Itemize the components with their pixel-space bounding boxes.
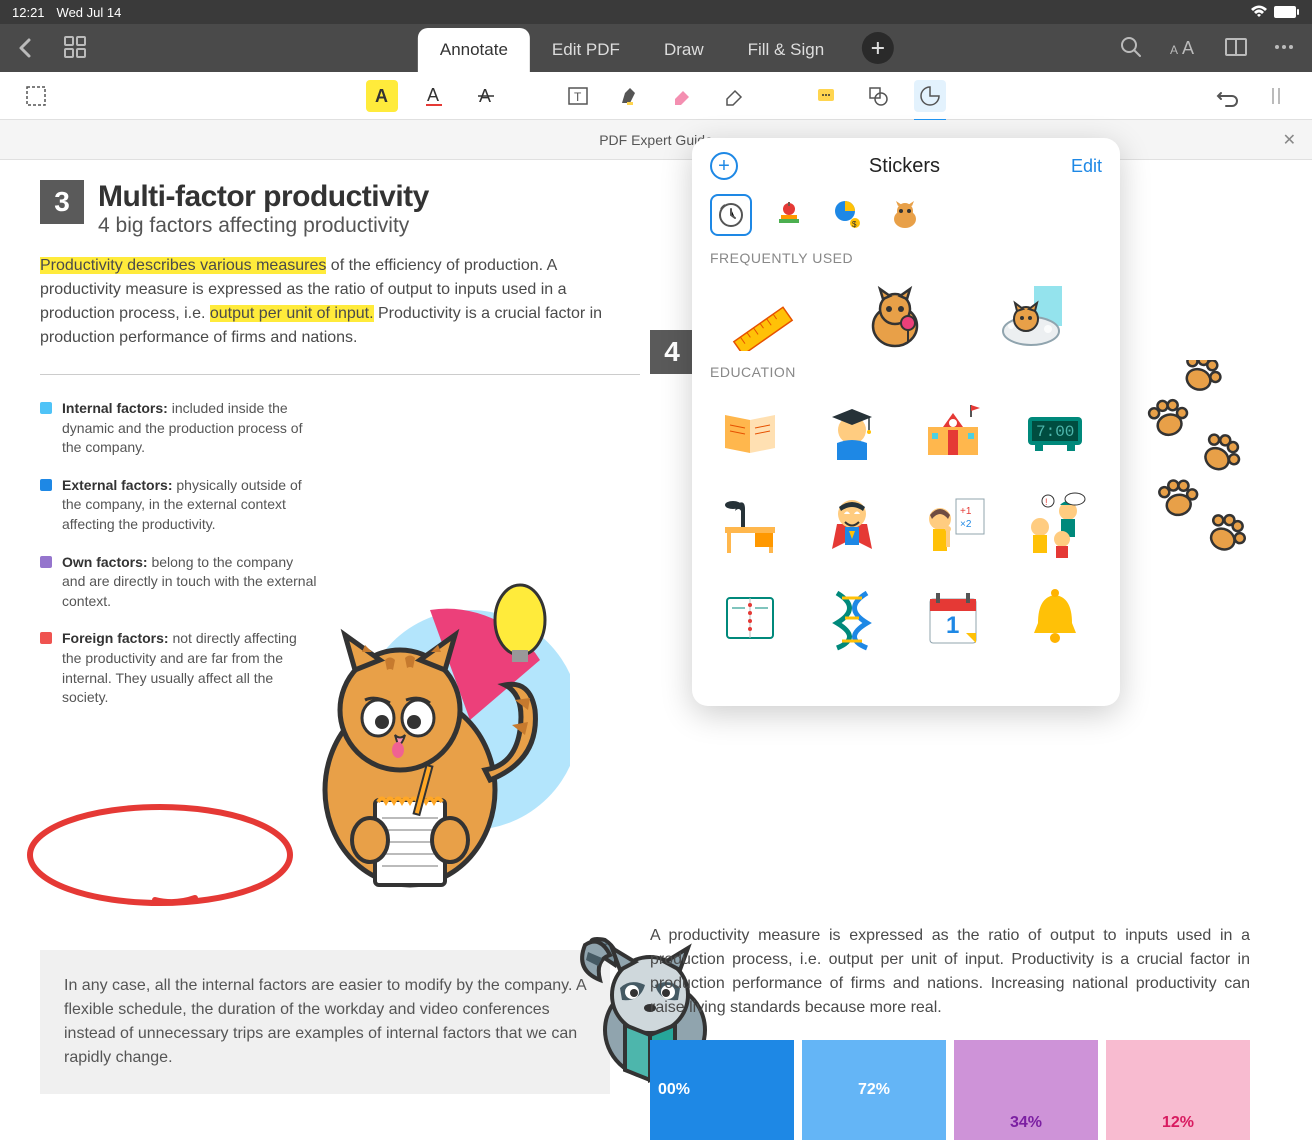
svg-text:!: !	[1045, 497, 1048, 507]
chart-bar: 34%	[954, 1040, 1098, 1140]
section-title: Multi-factor productivity	[98, 180, 429, 214]
chart-bar: 72%	[802, 1040, 946, 1140]
tab-annotate[interactable]: Annotate	[418, 28, 530, 72]
svg-text:A: A	[1182, 38, 1194, 58]
sticker-calendar[interactable]: 1	[913, 578, 993, 658]
pen-tool[interactable]	[614, 80, 646, 112]
tab-edit-pdf[interactable]: Edit PDF	[530, 28, 642, 72]
highlight-tool[interactable]: A	[366, 80, 398, 112]
svg-text:1: 1	[946, 612, 959, 639]
search-button[interactable]	[1120, 36, 1144, 60]
chart-bar: 00%	[650, 1040, 794, 1140]
frequently-used-grid	[720, 276, 1102, 356]
status-bar: 12:21 Wed Jul 14	[0, 0, 1312, 24]
factors-list: Internal factors: included inside the dy…	[40, 399, 320, 708]
sticker-cat-bath[interactable]	[991, 276, 1071, 356]
top-nav-bar: Annotate Edit PDF Draw Fill & Sign AA	[0, 24, 1312, 72]
more-button[interactable]	[1272, 36, 1296, 60]
annotate-toolbar: A A A T	[0, 72, 1312, 120]
right-body-text: A productivity measure is expressed as t…	[650, 924, 1250, 1020]
list-item: Internal factors: included inside the dy…	[40, 399, 320, 458]
red-circle-annotation	[20, 800, 300, 910]
note-box: In any case, all the internal factors ar…	[40, 950, 610, 1094]
body-paragraph: Productivity describes various measures …	[40, 254, 640, 350]
strikethrough-tool[interactable]: A	[470, 80, 502, 112]
bullet-icon	[40, 632, 52, 644]
cat-sticker-image	[290, 570, 570, 910]
battery-icon	[1274, 6, 1300, 18]
selection-tool[interactable]	[20, 80, 52, 112]
bullet-icon	[40, 402, 52, 414]
tab-fill-sign[interactable]: Fill & Sign	[726, 28, 847, 72]
note-tool[interactable]	[810, 80, 842, 112]
close-button[interactable]: ✕	[1283, 130, 1296, 150]
sticker-cat-lollipop[interactable]	[855, 276, 935, 356]
sticker-notebook[interactable]	[710, 578, 790, 658]
svg-text:T: T	[574, 90, 582, 104]
back-button[interactable]	[16, 36, 40, 60]
bullet-icon	[40, 556, 52, 568]
eraser-pink-tool[interactable]	[666, 80, 698, 112]
highlighted-text-2: output per unit of input.	[210, 305, 374, 322]
sticker-superhero-boy[interactable]	[812, 484, 892, 564]
sticker-open-book[interactable]	[710, 390, 790, 470]
bookmarks-button[interactable]	[1224, 36, 1248, 60]
sticker-ruler[interactable]	[720, 276, 800, 356]
sticker-desk[interactable]	[710, 484, 790, 564]
sticker-students[interactable]: !	[1015, 484, 1095, 564]
bar-chart: 00% 72% 34% 12%	[650, 1040, 1250, 1140]
svg-text:7:00: 7:00	[1036, 423, 1074, 441]
underline-tool[interactable]: A	[418, 80, 450, 112]
wifi-icon	[1250, 5, 1268, 19]
shape-tool[interactable]	[862, 80, 894, 112]
sticker-tab-recent[interactable]	[710, 194, 752, 236]
status-time: 12:21	[12, 5, 45, 20]
section-subtitle: 4 big factors affecting productivity	[98, 214, 429, 238]
text-tool[interactable]: T	[562, 80, 594, 112]
list-item: Own factors: belong to the company and a…	[40, 553, 320, 612]
svg-text:+1: +1	[960, 506, 972, 517]
add-tab-button[interactable]	[862, 32, 894, 64]
section-4-number: 4	[650, 330, 694, 374]
sticker-school[interactable]	[913, 390, 993, 470]
svg-text:A: A	[1170, 43, 1178, 57]
list-item: External factors: physically outside of …	[40, 476, 320, 535]
mode-tabs: Annotate Edit PDF Draw Fill & Sign	[418, 24, 894, 72]
sticker-tab-education[interactable]	[768, 194, 810, 236]
sticker-bell[interactable]	[1015, 578, 1095, 658]
bullet-icon	[40, 479, 52, 491]
sticker-dna[interactable]	[812, 578, 892, 658]
svg-text:×2: ×2	[960, 519, 972, 530]
sticker-tab-cats[interactable]	[884, 194, 926, 236]
sticker-category-tabs: $	[710, 194, 1102, 236]
thumbnails-button[interactable]	[64, 36, 88, 60]
eraser-tool[interactable]	[718, 80, 750, 112]
highlighted-text: Productivity describes various measures	[40, 257, 326, 274]
tab-draw[interactable]: Draw	[642, 28, 726, 72]
stickers-popover: + Stickers Edit $ FREQUENTLY USED EDUCAT…	[692, 138, 1120, 706]
sticker-graduate[interactable]	[812, 390, 892, 470]
add-sticker-button[interactable]: +	[710, 152, 738, 180]
education-grid: 7:00 +1×2 ! 1	[710, 390, 1102, 658]
redo-button[interactable]	[1260, 80, 1292, 112]
svg-text:A: A	[427, 85, 439, 105]
chart-bar: 12%	[1106, 1040, 1250, 1140]
section-number: 3	[40, 180, 84, 224]
svg-text:$: $	[852, 220, 857, 229]
section-label-education: EDUCATION	[710, 364, 1102, 380]
sticker-teacher[interactable]: +1×2	[913, 484, 993, 564]
sticker-clock[interactable]: 7:00	[1015, 390, 1095, 470]
list-item: Foreign factors: not directly affecting …	[40, 629, 320, 707]
stickers-title: Stickers	[869, 155, 940, 178]
undo-button[interactable]	[1212, 80, 1244, 112]
divider	[40, 374, 640, 375]
status-date: Wed Jul 14	[57, 5, 122, 20]
section-label-frequent: FREQUENTLY USED	[710, 250, 1102, 266]
stickers-edit-button[interactable]: Edit	[1071, 156, 1102, 177]
text-size-button[interactable]: AA	[1168, 36, 1200, 60]
svg-text:A: A	[375, 86, 388, 106]
sticker-tool[interactable]	[914, 80, 946, 112]
sticker-tab-business[interactable]: $	[826, 194, 868, 236]
